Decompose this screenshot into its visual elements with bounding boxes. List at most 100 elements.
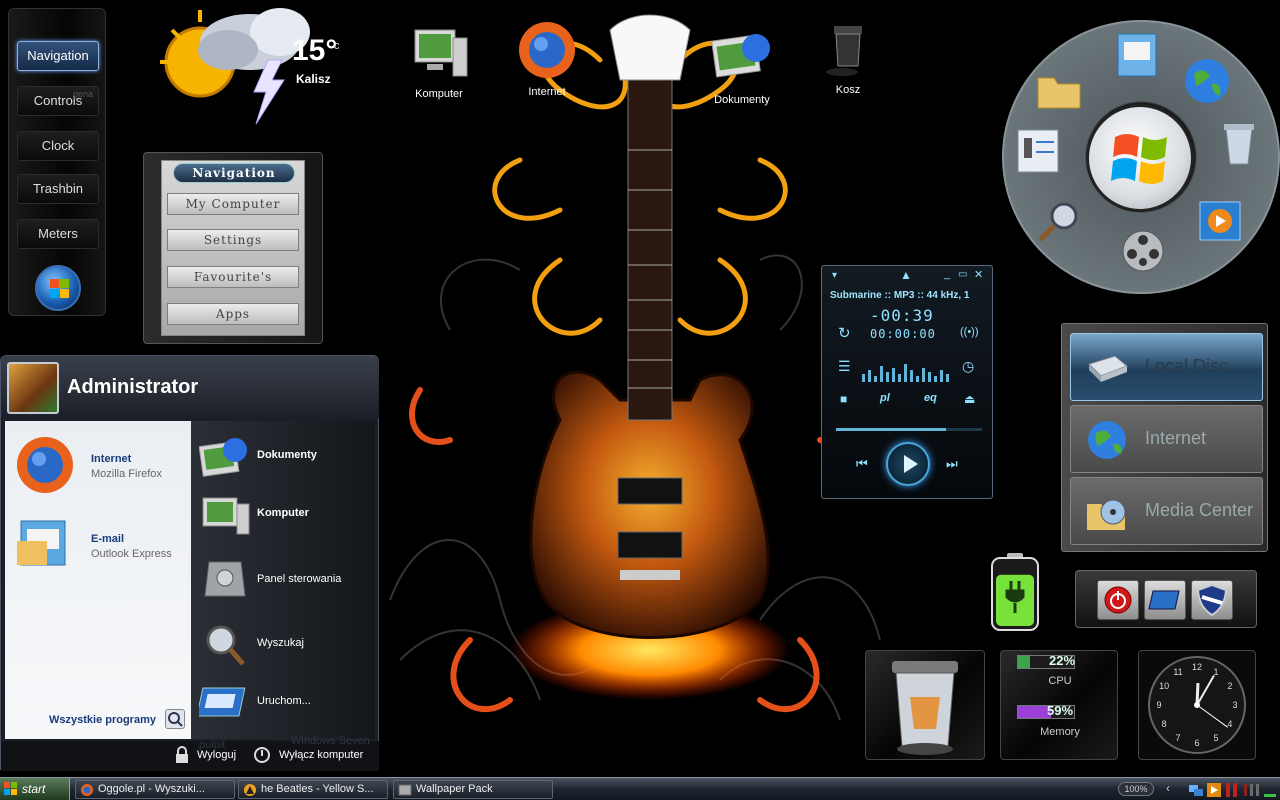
cpu-value: 22% [1049, 653, 1076, 668]
pinned-title: E-mail [91, 533, 125, 545]
pinned-email[interactable]: E-mail Outlook Express [13, 511, 189, 581]
place-dokumenty[interactable]: Dokumenty [191, 427, 375, 485]
folder-icon[interactable] [1034, 64, 1084, 114]
previous-track-icon[interactable]: ⏮ [856, 456, 868, 472]
mail-icon[interactable] [1112, 30, 1162, 80]
taskbar-item-wallpaper-pack[interactable]: Wallpaper Pack [393, 780, 553, 799]
quick-links-panel: Local Disc Internet Media Center [1061, 323, 1268, 552]
next-track-icon[interactable]: ⏭ [946, 456, 958, 472]
link-label: Media Center [1145, 500, 1254, 520]
control-panel-icon[interactable] [1014, 126, 1064, 176]
avatar[interactable] [7, 362, 59, 414]
place-komputer[interactable]: Komputer [191, 485, 375, 543]
dock-navigation-button[interactable]: Navigation [17, 41, 99, 71]
power-icon[interactable] [1097, 580, 1139, 620]
clock-number: 10 [1159, 681, 1169, 691]
film-reel-icon[interactable] [1118, 226, 1168, 276]
zoom-indicator[interactable]: 100% [1118, 782, 1154, 796]
clock-number: 12 [1192, 662, 1202, 672]
desktop-icon-dokumenty[interactable]: Dokumenty [697, 24, 787, 106]
playlist-toggle[interactable]: pl [880, 392, 890, 404]
firefox-icon [515, 16, 579, 82]
windows-orb-icon[interactable] [35, 265, 81, 311]
equalizer-toggle[interactable]: eq [924, 392, 937, 404]
repeat-icon[interactable]: ↻ [838, 324, 851, 342]
local-disc-button[interactable]: Local Disc [1070, 333, 1263, 401]
time-remaining: -00:39 [870, 306, 934, 325]
player-tray-icon[interactable] [1206, 782, 1222, 798]
close-icon[interactable]: ✕ [974, 268, 983, 281]
firefox-icon [13, 431, 81, 497]
playlist-icon[interactable]: ☰ [838, 358, 851, 375]
task-label: he Beatles - Yellow S... [261, 783, 374, 795]
pinned-internet[interactable]: Internet Mozilla Firefox [13, 431, 189, 501]
taskbar-item-player[interactable]: he Beatles - Yellow S... [238, 780, 388, 799]
radio-icon[interactable]: ((•)) [960, 326, 979, 338]
start-menu: Administrator Internet Mozilla Firefox E… [0, 355, 379, 771]
windows-logo-icon[interactable] [1086, 104, 1194, 212]
play-icon[interactable] [886, 442, 930, 486]
tray-app-icon[interactable] [1224, 782, 1240, 798]
stop-icon[interactable]: ■ [840, 392, 847, 406]
left-dock: Navigation Controls gena Clock Trashbin … [8, 8, 106, 316]
weather-gadget[interactable]: 15° c Kalisz [150, 0, 360, 130]
pinned-subtitle: Outlook Express [91, 548, 172, 560]
trash-icon [816, 20, 880, 80]
desktop-icon-kosz[interactable]: Kosz [803, 20, 893, 96]
place-label: Wyszukaj [257, 637, 304, 649]
all-programs-link[interactable]: Wszystkie programy [49, 714, 156, 726]
restore-icon[interactable]: ▭ [958, 269, 967, 280]
monitor-icon[interactable] [1144, 580, 1186, 620]
internet-button[interactable]: Internet [1070, 405, 1263, 473]
network-icon[interactable] [1188, 782, 1204, 798]
navigation-panel-title: Navigation [173, 163, 295, 183]
start-menu-footer: pulpit Windows Seven Wyloguj Wyłącz komp… [1, 735, 379, 771]
media-center-icon [1085, 490, 1129, 534]
clock-number: 9 [1156, 700, 1161, 710]
globe-icon[interactable] [1182, 56, 1232, 106]
task-label: Oggole.pl - Wyszuki... [98, 783, 205, 795]
eject-icon[interactable]: ⏏ [964, 392, 975, 406]
recycle-bin-icon[interactable] [1214, 118, 1264, 168]
menu-icon[interactable]: ▾ [832, 270, 837, 281]
favourites-button[interactable]: Favourite's [167, 266, 299, 288]
timer-icon[interactable]: ◷ [962, 358, 974, 375]
desktop-icon-internet[interactable]: Internet [502, 16, 592, 98]
globe-icon [1085, 418, 1129, 462]
logoff-button[interactable]: Wyloguj [197, 749, 236, 761]
start-menu-header: Administrator [1, 356, 379, 418]
chevron-left-icon[interactable]: ‹ [1166, 781, 1170, 795]
firefox-icon [81, 784, 93, 796]
search-icon [199, 620, 251, 668]
dock-meters-button[interactable]: Meters [17, 219, 99, 249]
media-player-icon[interactable] [1196, 196, 1246, 246]
my-computer-button[interactable]: My Computer [167, 193, 299, 215]
place-wyszukaj[interactable]: Wyszukaj [191, 615, 375, 673]
start-button[interactable]: start [0, 778, 70, 800]
apps-button[interactable]: Apps [167, 303, 299, 325]
magnifier-icon[interactable] [1034, 196, 1084, 246]
recycle-bin-gadget[interactable] [865, 650, 985, 760]
media-center-button[interactable]: Media Center [1070, 477, 1263, 545]
shutdown-button[interactable]: Wyłącz komputer [279, 749, 363, 761]
cpu-label: CPU [1048, 675, 1072, 687]
analog-clock-gadget[interactable]: 12 1 2 3 4 5 6 7 8 9 10 11 [1138, 650, 1256, 760]
desktop-icon-komputer[interactable]: Komputer [394, 24, 484, 100]
seek-bar[interactable] [836, 428, 982, 431]
settings-button[interactable]: Settings [167, 229, 299, 251]
dock-clock-button[interactable]: Clock [17, 131, 99, 161]
dock-trashbin-button[interactable]: Trashbin [17, 174, 99, 204]
search-icon[interactable] [165, 709, 185, 729]
spectrum-visualizer [862, 364, 949, 382]
taskbar-item-browser[interactable]: Oggole.pl - Wyszuki... [75, 780, 235, 799]
outlook-icon [13, 511, 81, 577]
volume-icon[interactable] [1242, 782, 1278, 798]
start-label: start [22, 782, 46, 796]
place-label: Komputer [257, 507, 309, 519]
weather-unit: c [334, 40, 340, 52]
shield-icon[interactable] [1191, 580, 1233, 620]
minimize-icon[interactable]: _ [944, 268, 950, 280]
place-uruchom[interactable]: Uruchom... [191, 673, 375, 731]
place-panel-sterowania[interactable]: Panel sterowania [191, 551, 375, 609]
memory-value: 59% [1047, 703, 1074, 718]
